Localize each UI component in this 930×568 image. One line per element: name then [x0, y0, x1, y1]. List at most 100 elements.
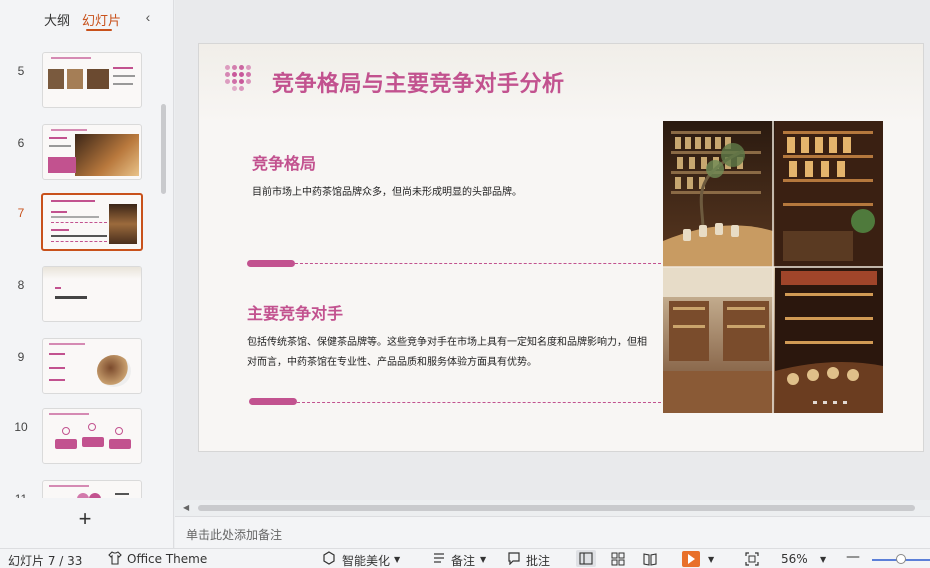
- theme-shirt-icon[interactable]: [108, 551, 122, 565]
- thumbnail-row: 11: [0, 480, 160, 498]
- thumb-circle: [77, 493, 89, 498]
- theme-name[interactable]: Office Theme: [127, 552, 207, 566]
- thumb-block: [82, 437, 104, 447]
- section-body-competitors[interactable]: 包括传统茶馆、保健茶品牌等。这些竞争对手在市场上具有一定知名度和品牌影响力，但相…: [247, 333, 647, 373]
- thumbnail-row: 10: [0, 408, 160, 468]
- fit-to-window-icon[interactable]: [744, 551, 760, 567]
- thumb-block: [48, 157, 76, 173]
- thumbnail-row: 5: [0, 52, 160, 112]
- thumb-image: [67, 69, 83, 89]
- slide-thumbnail-panel: 大纲 幻灯片 ‹ 5 6 7 8 9 10 +: [0, 0, 174, 548]
- thumb-text-line: [49, 367, 65, 369]
- thumb-text-line: [51, 216, 99, 218]
- thumb-text-line: [113, 83, 133, 85]
- tea-shop-interior-image: [663, 121, 883, 413]
- horizontal-scrollbar[interactable]: [198, 505, 915, 511]
- notes-icon[interactable]: [432, 551, 446, 565]
- thumb-image: [87, 69, 109, 89]
- slideshow-play-button[interactable]: [682, 551, 700, 567]
- collapse-panel-chevron-left-icon[interactable]: ‹: [141, 9, 155, 27]
- thumb-title-line: [51, 200, 95, 202]
- add-slide-plus-icon[interactable]: +: [74, 508, 96, 530]
- comment-icon[interactable]: [507, 551, 521, 565]
- thumb-circle: [89, 493, 101, 498]
- slide-counter: 幻灯片 7 / 33: [8, 554, 83, 568]
- section-body-competition[interactable]: 目前市场上中药茶馆品牌众多，但尚未形成明显的头部品牌。: [252, 183, 652, 198]
- thumb-block: [55, 439, 77, 449]
- thumb-text-line: [49, 379, 65, 381]
- normal-view-button[interactable]: [576, 550, 596, 567]
- title-dots-decoration-icon: [225, 63, 259, 93]
- tab-active-indicator: [86, 29, 112, 31]
- tab-outline[interactable]: 大纲: [44, 10, 70, 29]
- slide-thumbnail-7[interactable]: [41, 193, 143, 251]
- thumb-text-line: [113, 75, 135, 77]
- chevron-down-icon[interactable]: ▼: [480, 555, 486, 564]
- thumb-texture: [43, 267, 141, 279]
- tab-slides[interactable]: 幻灯片: [82, 10, 121, 29]
- thumb-text-line: [49, 137, 67, 139]
- thumb-block: [109, 439, 131, 449]
- thumbnail-row: 6: [0, 124, 160, 184]
- thumbnail-number: 8: [17, 278, 25, 292]
- thumbnail-scrollbar[interactable]: [161, 104, 166, 194]
- slide-thumbnail-10[interactable]: [42, 408, 142, 464]
- zoom-out-minus-icon[interactable]: —: [846, 549, 860, 565]
- thumb-divider: [51, 241, 107, 242]
- thumbnail-number: 10: [14, 420, 28, 434]
- slide-thumbnail-6[interactable]: [42, 124, 142, 180]
- thumb-image: [75, 134, 139, 176]
- chevron-down-icon[interactable]: ▼: [394, 555, 400, 564]
- thumbnail-number: 5: [17, 64, 25, 78]
- thumb-image: [48, 69, 64, 89]
- thumb-text-line: [49, 145, 71, 147]
- thumb-title-line: [51, 57, 91, 59]
- thumb-circle: [115, 427, 123, 435]
- smart-beautify-button[interactable]: 智能美化: [342, 552, 390, 568]
- thumb-circle: [88, 423, 96, 431]
- divider-accent-bar: [249, 398, 297, 405]
- tea-shop-photo[interactable]: [663, 121, 883, 413]
- thumb-circle: [62, 427, 70, 435]
- thumb-text-line: [51, 235, 107, 237]
- slide-sorter-icon[interactable]: [610, 551, 626, 567]
- slide-thumbnail-5[interactable]: [42, 52, 142, 108]
- thumb-text-line: [49, 353, 65, 355]
- status-bar: 幻灯片 7 / 33 Office Theme 智能美化 ▼ 备注 ▼ 批注 ▼…: [0, 548, 930, 568]
- panel-tabs: 大纲 幻灯片 ‹: [0, 0, 174, 36]
- thumbnail-row: 7: [0, 193, 160, 254]
- divider-accent-bar: [247, 260, 295, 267]
- thumbnail-number: 11: [10, 492, 32, 498]
- slide-editor-area: 竞争格局与主要竞争对手分析 竞争格局 目前市场上中药茶馆品牌众多，但尚未形成明显…: [175, 0, 930, 512]
- divider-dashed-line: [297, 402, 661, 403]
- slide-title[interactable]: 竞争格局与主要竞争对手分析: [272, 66, 565, 98]
- thumbnail-number: 7: [17, 206, 25, 220]
- slide-canvas[interactable]: 竞争格局与主要竞争对手分析 竞争格局 目前市场上中药茶馆品牌众多，但尚未形成明显…: [198, 43, 924, 452]
- thumb-text-line: [55, 296, 87, 299]
- slide-thumbnail-8[interactable]: [42, 266, 142, 322]
- slide-thumbnail-9[interactable]: [42, 338, 142, 394]
- zoom-slider-handle[interactable]: [896, 554, 906, 564]
- smart-beautify-icon[interactable]: [322, 551, 336, 565]
- reading-view-book-icon[interactable]: [642, 551, 658, 567]
- notes-placeholder[interactable]: 单击此处添加备注: [186, 526, 282, 543]
- zoom-level[interactable]: 56%: [781, 552, 808, 566]
- slide-thumbnail-11[interactable]: [42, 480, 142, 498]
- scroll-left-arrow-icon[interactable]: ◀: [183, 503, 189, 512]
- notes-button[interactable]: 备注: [451, 552, 475, 568]
- thumb-text-line: [51, 211, 67, 213]
- chevron-down-icon[interactable]: ▼: [708, 555, 714, 564]
- section-heading-competition[interactable]: 竞争格局: [252, 150, 316, 174]
- thumbnail-row: 9: [0, 338, 160, 398]
- chevron-down-icon[interactable]: ▼: [820, 555, 826, 564]
- comment-button[interactable]: 批注: [526, 552, 550, 568]
- thumb-text-line: [55, 287, 61, 289]
- thumbnail-number: 9: [17, 350, 25, 364]
- thumbnail-list[interactable]: 5 6 7 8 9 10: [0, 44, 170, 498]
- section-heading-competitors[interactable]: 主要竞争对手: [247, 300, 343, 324]
- thumb-title-line: [51, 129, 87, 131]
- notes-pane[interactable]: 单击此处添加备注: [175, 516, 930, 548]
- thumb-image: [109, 204, 137, 244]
- thumbnail-row: 8: [0, 266, 160, 326]
- play-icon: [688, 554, 695, 564]
